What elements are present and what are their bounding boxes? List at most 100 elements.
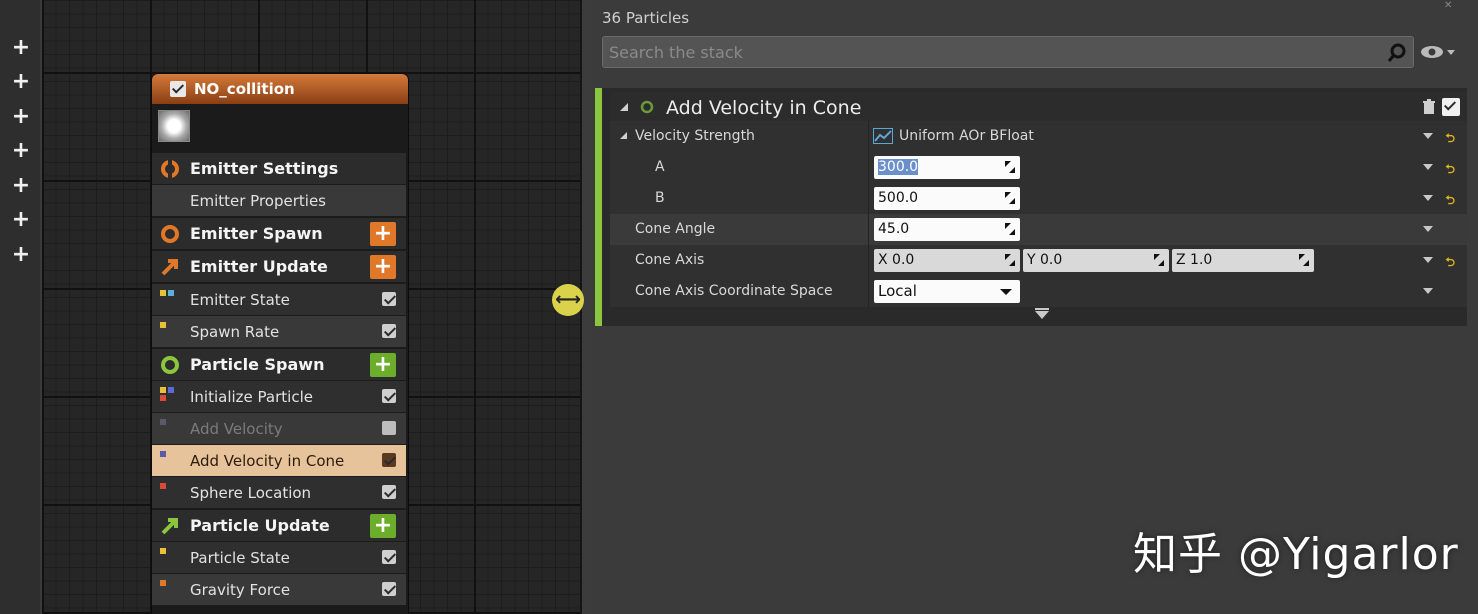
emitter-enabled-checkbox[interactable]	[170, 81, 186, 97]
search-icon[interactable]	[1387, 43, 1407, 63]
item-emitter-state[interactable]: Emitter State	[152, 284, 406, 315]
cone-axis-y-field[interactable]: Y 0.0	[1023, 249, 1169, 272]
coordinate-space-dropdown[interactable]: Local	[874, 280, 1020, 303]
dropdown-arrow-icon[interactable]	[1423, 288, 1433, 294]
a-value-text: 300.0	[878, 159, 919, 175]
b-value-text: 500.0	[878, 190, 919, 206]
emitter-node[interactable]: NO_collition Emitter Settings Emitter Pr…	[152, 74, 408, 614]
item-emitter-properties[interactable]: Emitter Properties	[152, 185, 406, 216]
item-add-velocity-in-cone[interactable]: Add Velocity in Cone	[152, 445, 406, 476]
scrub-grip-icon[interactable]	[1005, 223, 1015, 235]
group-emitter-spawn[interactable]: Emitter Spawn +	[152, 218, 406, 249]
prop-label: A	[655, 159, 665, 175]
prop-b: B 500.0 ⮌	[610, 183, 1467, 214]
emitter-node-header[interactable]: NO_collition	[152, 74, 408, 104]
reset-to-default-icon[interactable]: ⮌	[1445, 160, 1455, 181]
item-particle-state[interactable]: Particle State	[152, 542, 406, 573]
module-enabled-checkbox[interactable]	[382, 453, 396, 467]
reset-to-default-icon[interactable]: ⮌	[1445, 129, 1455, 150]
expand-advanced-icon[interactable]	[1035, 308, 1049, 310]
cone-angle-field[interactable]: 45.0	[874, 218, 1020, 241]
row-label: Spawn Rate	[190, 322, 280, 341]
add-button[interactable]: +	[6, 67, 36, 97]
module-enabled-checkbox[interactable]	[382, 324, 396, 338]
add-module-button[interactable]: +	[370, 353, 396, 377]
module-color-dot	[160, 419, 166, 425]
resize-handle-icon[interactable]: ⟷	[552, 284, 584, 316]
column-divider	[868, 245, 869, 276]
delete-trash-icon[interactable]	[1422, 99, 1436, 115]
dynamic-input-type[interactable]: Uniform AOr BFloat	[899, 128, 1034, 144]
scrub-grip-icon[interactable]	[1005, 192, 1015, 204]
add-button[interactable]: +	[6, 136, 36, 166]
module-header[interactable]: Add Velocity in Cone	[610, 92, 1467, 122]
module-enabled-checkbox[interactable]	[382, 550, 396, 564]
add-module-button[interactable]: +	[370, 222, 396, 246]
dropdown-arrow-icon[interactable]	[1423, 257, 1433, 263]
module-color-dot	[160, 451, 166, 457]
dropdown-arrow-icon[interactable]	[1423, 133, 1433, 139]
column-divider	[868, 152, 869, 183]
cone-axis-z-field[interactable]: Z 1.0	[1172, 249, 1314, 272]
emitter-node-title: NO_collition	[194, 80, 295, 98]
search-input[interactable]	[603, 37, 1383, 67]
scrub-grip-icon[interactable]	[1299, 254, 1309, 266]
add-button[interactable]: +	[6, 205, 36, 235]
curve-graph-icon	[873, 128, 893, 144]
search-box[interactable]	[602, 36, 1414, 68]
visibility-eye-icon[interactable]	[1420, 42, 1456, 62]
cone-axis-x-text: X 0.0	[878, 252, 915, 268]
add-module-button[interactable]: +	[370, 255, 396, 279]
module-enabled-checkbox[interactable]	[382, 485, 396, 499]
niagara-editor: + + + + + + + NO_collition Emitter Setti…	[0, 0, 1478, 614]
item-spawn-rate[interactable]: Spawn Rate	[152, 316, 406, 347]
module-enabled-checkbox[interactable]	[1442, 98, 1460, 116]
add-module-button[interactable]: +	[370, 514, 396, 538]
reset-to-default-icon[interactable]: ⮌	[1445, 191, 1455, 212]
particle-update-icon	[161, 517, 178, 534]
cone-axis-x-field[interactable]: X 0.0	[874, 249, 1020, 272]
scrub-grip-icon[interactable]	[1005, 254, 1015, 266]
collapse-arrow-icon[interactable]	[620, 103, 628, 111]
scrub-grip-icon[interactable]	[1005, 161, 1015, 173]
group-particle-spawn[interactable]: Particle Spawn +	[152, 349, 406, 380]
collapse-arrow-icon[interactable]	[620, 132, 627, 139]
add-button[interactable]: +	[6, 171, 36, 201]
item-sphere-location[interactable]: Sphere Location	[152, 477, 406, 508]
module-color-dot	[160, 290, 166, 296]
emitter-thumbnail[interactable]	[158, 110, 190, 142]
row-label: Particle Update	[190, 516, 330, 535]
module-enabled-checkbox[interactable]	[382, 292, 396, 306]
row-label: Emitter Properties	[190, 191, 326, 210]
dropdown-arrow-icon[interactable]	[1423, 195, 1433, 201]
row-label: Add Velocity	[190, 419, 283, 438]
dropdown-arrow-icon[interactable]	[1423, 226, 1433, 232]
module-enabled-checkbox[interactable]	[382, 389, 396, 403]
module-enabled-checkbox[interactable]	[382, 582, 396, 596]
add-button[interactable]: +	[6, 240, 36, 270]
module-color-dot	[168, 387, 174, 393]
module-enabled-checkbox[interactable]	[382, 421, 396, 435]
group-emitter-update[interactable]: Emitter Update +	[152, 251, 406, 282]
emitter-settings-icon	[161, 159, 179, 178]
group-particle-update[interactable]: Particle Update +	[152, 510, 406, 541]
module-color-dot	[160, 483, 166, 489]
a-value-field[interactable]: 300.0	[874, 156, 1020, 179]
item-add-velocity[interactable]: Add Velocity	[152, 413, 406, 444]
module-color-dot	[160, 548, 166, 554]
add-button[interactable]: +	[6, 33, 36, 63]
b-value-field[interactable]: 500.0	[874, 187, 1020, 210]
item-initialize-particle[interactable]: Initialize Particle	[152, 381, 406, 412]
item-gravity-force[interactable]: Gravity Force	[152, 574, 406, 605]
add-button[interactable]: +	[6, 102, 36, 132]
column-divider	[868, 276, 869, 307]
chevron-down-icon	[1000, 289, 1012, 295]
prop-cone-angle: Cone Angle 45.0	[610, 214, 1467, 245]
reset-to-default-icon[interactable]: ⮌	[1445, 253, 1455, 274]
expand-advanced-arrow-icon[interactable]	[1035, 311, 1049, 319]
scrub-grip-icon[interactable]	[1154, 254, 1164, 266]
dropdown-arrow-icon[interactable]	[1423, 164, 1433, 170]
group-emitter-settings[interactable]: Emitter Settings	[152, 153, 406, 184]
pin-icon[interactable]: ✕	[1444, 0, 1452, 11]
cone-angle-text: 45.0	[878, 221, 910, 237]
